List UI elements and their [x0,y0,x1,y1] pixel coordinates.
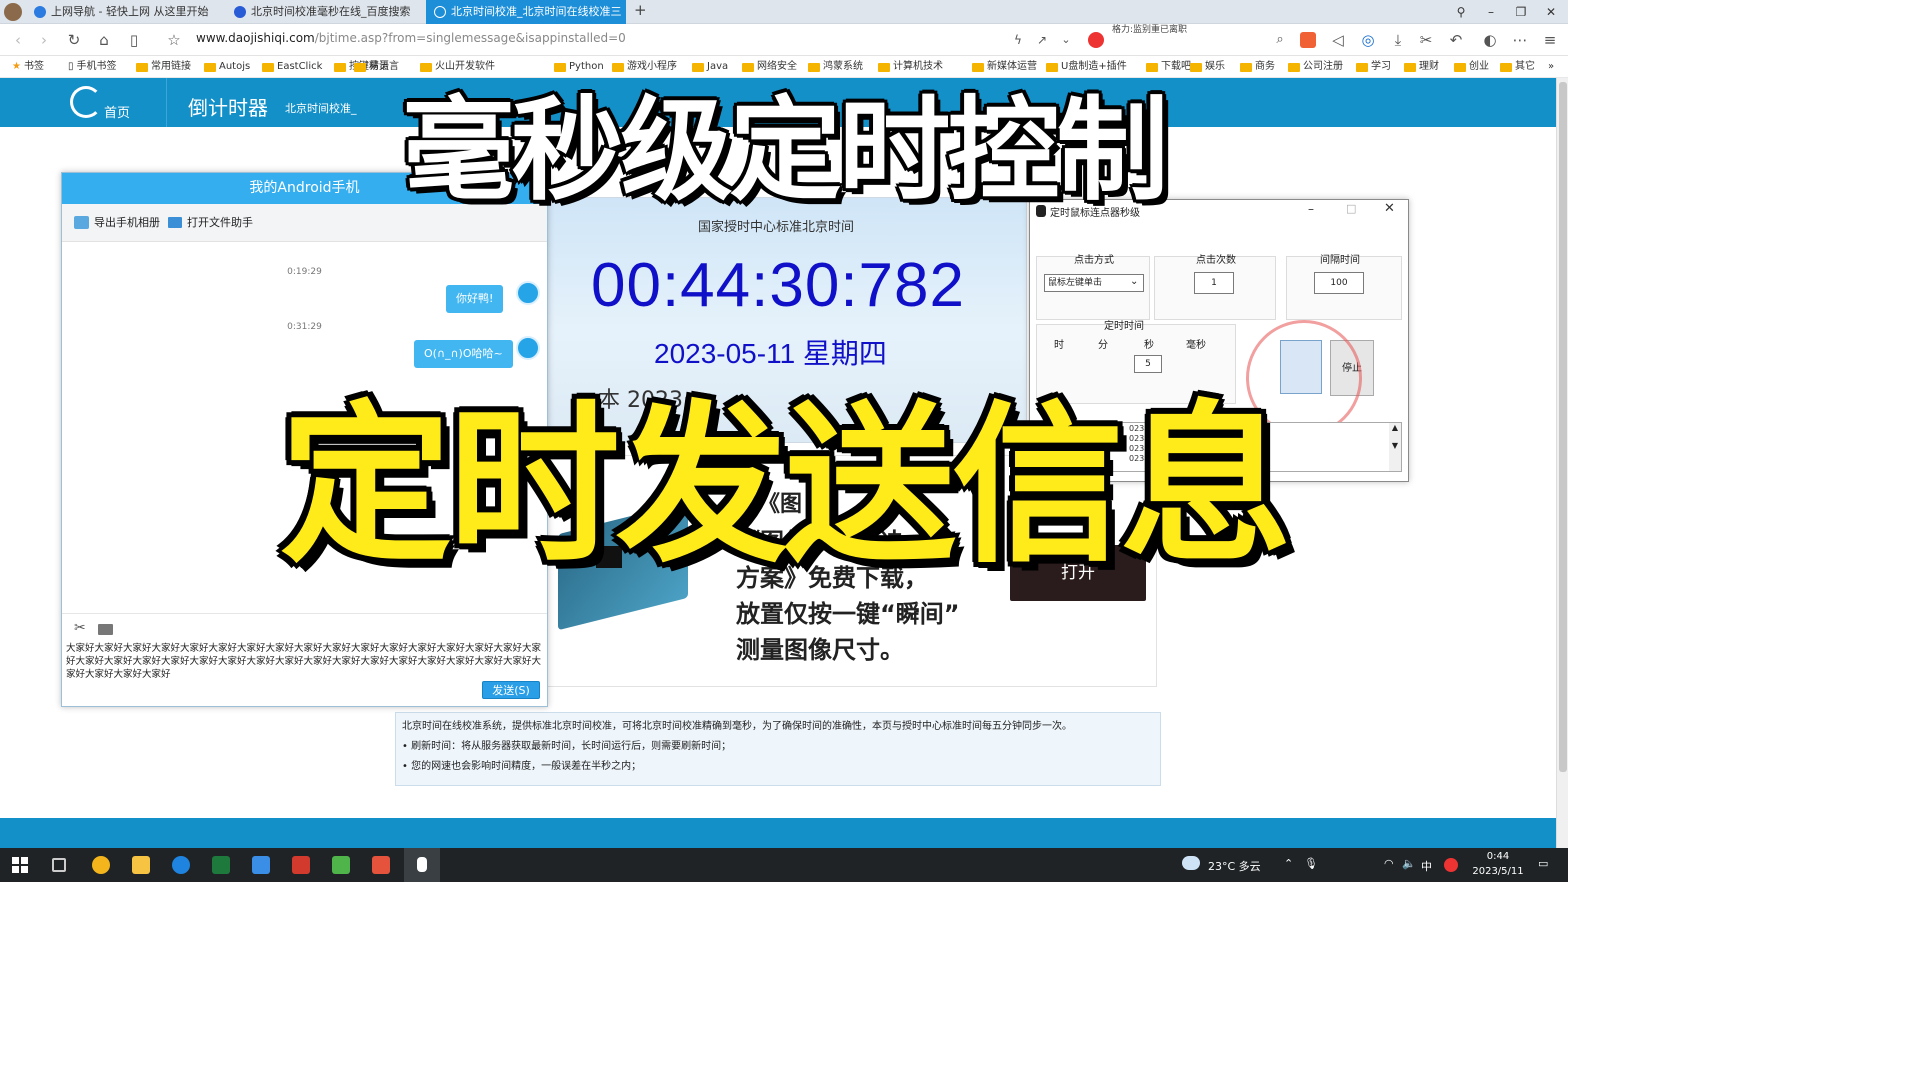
url-field[interactable]: www.daojishiqi.com/bjtime.asp?from=singl… [196,31,626,45]
tab-baidu-search[interactable]: 北京时间校准毫秒在线_百度搜索 [226,0,422,24]
lightning-icon[interactable]: ϟ [1008,30,1028,50]
maximize-button[interactable]: ❐ [1506,2,1536,22]
interval-input[interactable]: 100 [1314,272,1364,294]
notification-icon[interactable]: ▭ [1538,857,1548,870]
night-mode-icon[interactable]: ◐ [1480,30,1500,50]
message-compose-area[interactable]: ✂ 大家好大家好大家好大家好大家好大家好大家好大家好大家好大家好大家好大家好大家… [62,613,547,706]
globe-icon [434,6,446,18]
clock-time[interactable]: 0:44 [1478,851,1518,862]
network-icon[interactable]: ◠ [1384,857,1394,870]
site-footer [0,818,1556,848]
info-line: • 您的网速也会影响时间精度，一般误差在半秒之内； [402,761,642,772]
baidu-icon [234,6,246,18]
browser-icon [34,6,46,18]
info-line: 北京时间在线校准系统，提供标准北京时间校准，可将北京时间校准精确到毫秒，为了确保… [402,721,1072,732]
taskbar-active-app[interactable] [404,848,440,882]
tab-label: 北京时间校准毫秒在线_百度搜索 [251,5,411,18]
app-red-icon[interactable] [372,856,390,874]
message-time: 0:19:29 [287,267,322,277]
tab-navigation[interactable]: 上网导航 - 轻快上网 从这里开始 [26,0,222,24]
ime-indicator[interactable]: 中 [1421,858,1432,874]
new-tab-button[interactable]: + [634,1,647,19]
star-icon[interactable]: ☆ [164,30,184,50]
home-icon[interactable]: ⌂ [94,30,114,50]
taskbar: 23°C 多云 ⌃ 🎙 ◠ 🔈 中 0:44 2023/5/11 ▭ [0,848,1568,882]
folder-icon[interactable] [98,624,113,635]
download-icon[interactable]: ⤓ [1388,30,1408,50]
address-bar: ‹ › ↻ ⌂ ▯ ☆ www.daojishiqi.com/bjtime.as… [0,24,1568,56]
share-icon[interactable]: ↗ [1032,30,1052,50]
clock-date[interactable]: 2023/5/11 [1466,866,1530,877]
overlay-headline: 毫秒级定时控制 [402,86,1169,216]
tab-label: 北京时间校准_北京时间在线校准三 [451,5,622,18]
refresh-icon[interactable]: ↻ [64,30,84,50]
ad-line: 测量图像尺寸。 [736,636,904,664]
windows-start-icon[interactable] [12,857,28,873]
microphone-icon[interactable]: 🎙 [1304,857,1318,870]
browser-logo-icon[interactable]: ◎ [1358,30,1378,50]
overlay-subline: 定时发送信息 [280,385,1292,586]
message-time: 0:31:29 [287,322,322,332]
search-icon[interactable]: ⌕ [1270,30,1290,50]
excel-icon[interactable] [212,856,230,874]
file-explorer-icon[interactable] [132,856,150,874]
chrome-icon[interactable] [92,856,110,874]
weather-text[interactable]: 23°C 多云 [1208,858,1261,874]
app-icon[interactable] [252,856,270,874]
chevron-down-icon[interactable]: ⌄ [1056,30,1076,50]
ad-line: 放置仅按一键“瞬间” [736,600,960,628]
search-hint: 格力:监别重已离职 [1112,25,1188,35]
undo-icon[interactable]: ↶ [1446,30,1466,50]
scissors-icon[interactable]: ✂ [1416,30,1436,50]
url-domain: www.daojishiqi.com [196,31,315,45]
volume-icon[interactable]: 🔈 [1402,857,1416,870]
scissors-icon[interactable]: ✂ [74,620,86,636]
tab-label: 上网导航 - 轻快上网 从这里开始 [51,5,209,18]
browser-icon[interactable] [172,856,190,874]
translate-icon[interactable] [1300,32,1316,48]
click-mode-select[interactable]: 鼠标左键单击 [1044,274,1144,292]
pdf-icon[interactable] [292,856,310,874]
extension-icon[interactable]: ◁ [1328,30,1348,50]
sogou-icon[interactable] [1444,858,1458,872]
message-input[interactable]: 大家好大家好大家好大家好大家好大家好大家好大家好大家好大家好大家好大家好大家好大… [66,642,542,681]
info-box: 北京时间在线校准系统，提供标准北京时间校准，可将北京时间校准精确到毫秒，为了确保… [395,712,1161,786]
menu-icon[interactable]: ≡ [1540,30,1560,50]
task-view-icon[interactable] [52,858,66,872]
more-icon[interactable]: ⋯ [1510,30,1530,50]
pin-icon[interactable]: ⚲ [1446,2,1476,22]
url-path: /bjtime.asp?from=singlemessage&isappinst… [314,31,626,45]
phone-avatar-icon [516,281,540,305]
click-count-input[interactable]: 1 [1194,272,1234,294]
send-button[interactable]: 发送(S) [482,681,540,699]
info-line: • 刷新时间：将从服务器获取最新时间，长时间运行后，则需要刷新时间； [402,741,732,752]
mouse-icon [417,857,427,872]
tray-chevron-icon[interactable]: ⌃ [1284,857,1293,870]
back-icon[interactable]: ‹ [8,30,28,50]
timer-label: 定时时间 [1104,321,1144,332]
clock-time: 00:44:30:782 [590,251,965,320]
tab-beijing-time[interactable]: 北京时间校准_北京时间在线校准三 ✕ [426,0,626,24]
weather-icon[interactable] [1182,856,1200,870]
reader-icon[interactable]: ▯ [124,30,144,50]
forward-icon[interactable]: › [34,30,54,50]
app-green-icon[interactable] [332,856,350,874]
profile-avatar[interactable] [4,3,22,21]
interval-label: 间隔时间 [1320,255,1360,266]
click-count-label: 点击次数 [1196,255,1236,266]
search-engine-icon[interactable] [1088,32,1104,48]
click-mode-label: 点击方式 [1074,255,1114,266]
message-bubble[interactable]: 你好鸭! [446,285,504,313]
close-window-button[interactable]: ✕ [1536,2,1566,22]
chevron-down-icon[interactable]: ⌄ [1130,276,1138,287]
tab-strip: 上网导航 - 轻快上网 从这里开始 北京时间校准毫秒在线_百度搜索 北京时间校准… [0,0,1568,24]
minimize-button[interactable]: – [1476,2,1506,22]
